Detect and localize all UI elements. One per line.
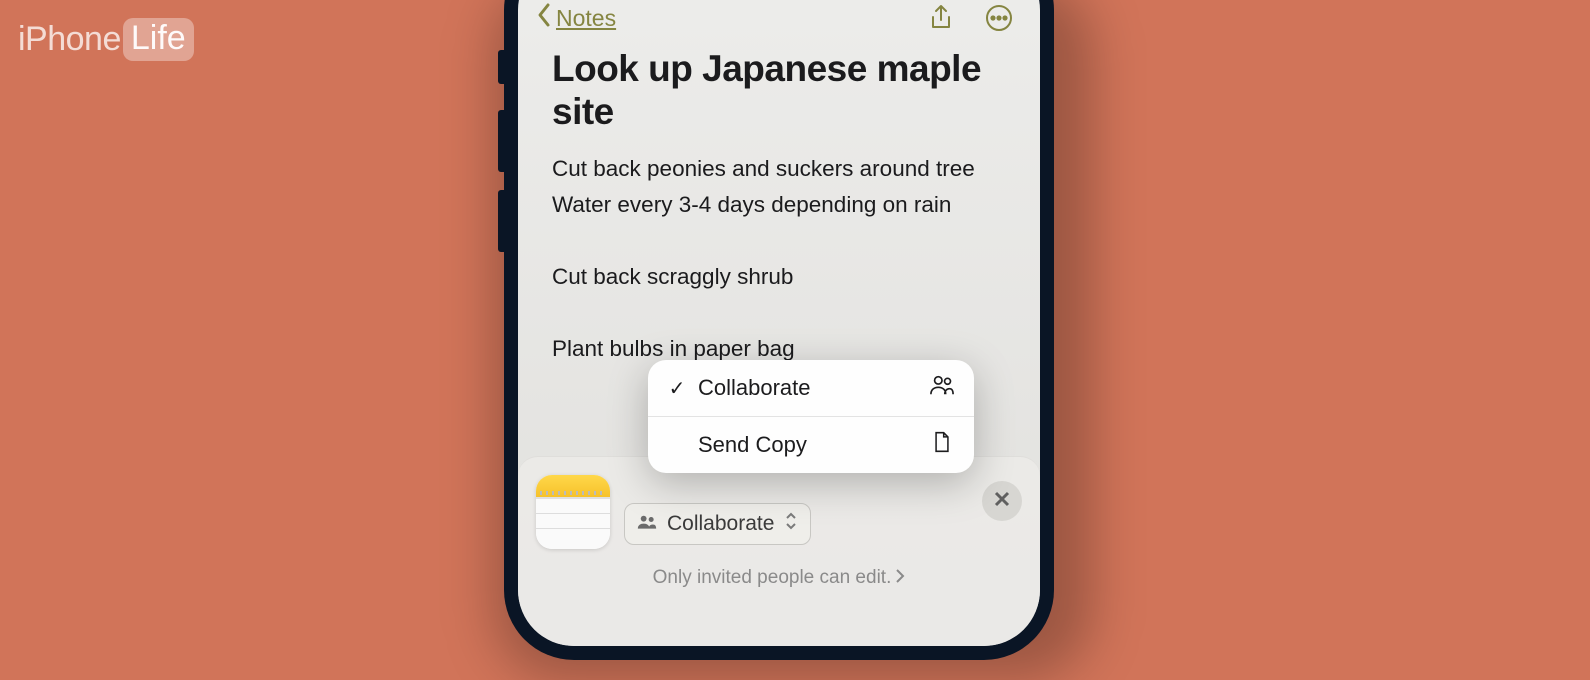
watermark-logo: iPhone Life (18, 18, 194, 61)
share-mode-popup: ✓ Collaborate Send Copy (648, 360, 974, 473)
updown-icon (784, 512, 798, 536)
people-icon (930, 374, 954, 402)
permission-text: Only invited people can edit. (653, 567, 892, 589)
document-icon (930, 431, 954, 459)
phone-side-button (498, 110, 504, 172)
popup-option-collaborate[interactable]: ✓ Collaborate (648, 360, 974, 416)
close-button[interactable] (982, 481, 1022, 521)
notes-app-icon (536, 475, 610, 549)
popup-option-send-copy[interactable]: Send Copy (648, 416, 974, 473)
phone-side-button (498, 50, 504, 84)
share-sheet: Collaborate Only invited people can edit… (518, 456, 1040, 646)
share-mode-selector[interactable]: Collaborate (624, 503, 811, 545)
popup-option-label: Send Copy (698, 432, 918, 458)
permission-row[interactable]: Only invited people can edit. (518, 549, 1040, 589)
popup-option-label: Collaborate (698, 375, 918, 401)
close-icon (994, 491, 1010, 512)
people-icon (637, 512, 657, 536)
phone-screen: Notes Look up Japanese maple site Cut ba… (518, 0, 1040, 646)
checkmark-icon: ✓ (668, 376, 686, 401)
share-mode-label: Collaborate (667, 512, 774, 536)
phone-frame: Notes Look up Japanese maple site Cut ba… (504, 0, 1054, 660)
watermark-left: iPhone (18, 20, 121, 59)
chevron-right-icon (895, 567, 905, 589)
phone-side-button (498, 190, 504, 252)
watermark-right: Life (123, 18, 194, 61)
